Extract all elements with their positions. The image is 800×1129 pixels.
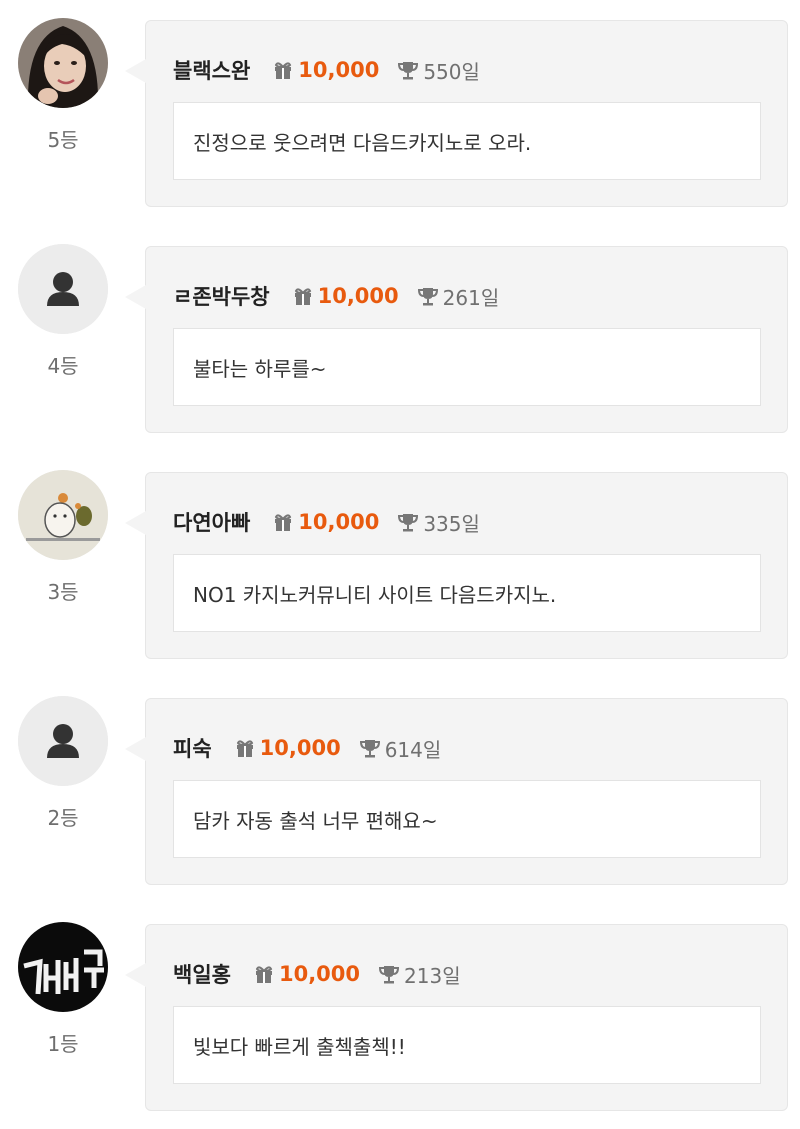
comment-card: ㄹ존박두창 10,000 261일 불타는 하루를~: [125, 246, 788, 433]
gift-icon: [234, 737, 256, 759]
speech-arrow: [125, 511, 146, 535]
attendance-days: 550일: [423, 59, 480, 84]
trophy-icon: [397, 511, 419, 533]
speech-arrow: [125, 59, 146, 83]
trophy-icon: [417, 285, 439, 307]
profile-photo-icon: [18, 18, 108, 108]
rank-label: 5등: [47, 128, 79, 152]
avatar[interactable]: [18, 18, 108, 108]
nickname[interactable]: 피숙: [173, 733, 212, 763]
profile-photo-icon: [18, 470, 108, 560]
speech-arrow: [125, 737, 146, 761]
attendance-entry: 2등 피숙 10,000 614일 담카 자동 출석 너무 편해요~: [0, 678, 800, 885]
avatar[interactable]: [18, 922, 108, 1012]
comment-text: 진정으로 웃으려면 다음드카지노로 오라.: [173, 102, 761, 180]
nickname[interactable]: ㄹ존박두창: [173, 281, 270, 311]
gift-icon: [272, 59, 294, 81]
attendance-days: 614일: [384, 737, 442, 762]
attendance-entry: 4등 ㄹ존박두창 10,000 261일 불타는 하루를~: [0, 226, 800, 433]
point-amount: 10,000: [278, 962, 361, 986]
gift-icon: [272, 511, 294, 533]
comment-text: 담카 자동 출석 너무 편해요~: [173, 780, 761, 858]
comment-card: 피숙 10,000 614일 담카 자동 출석 너무 편해요~: [125, 698, 788, 885]
comment-card: 백일홍 10,000 213일 빛보다 빠르게 출첵출첵!!: [125, 924, 788, 1111]
trophy-icon: [378, 963, 400, 985]
comment-card: 다연아빠 10,000 335일 NO1 카지노커뮤니티 사이트 다음드카지노.: [125, 472, 788, 659]
attendance-entry: 5등 블랙스완 10,000 550일 진정으로 웃으려면 다음드카지노로 오라…: [0, 0, 800, 207]
point-amount: 10,000: [298, 58, 380, 82]
nickname[interactable]: 블랙스완: [173, 55, 250, 85]
attendance-days: 213일: [404, 963, 461, 988]
point-amount: 10,000: [259, 736, 341, 760]
point-amount: 10,000: [317, 284, 399, 308]
rank-label: 3등: [47, 580, 79, 604]
rank-label: 1등: [47, 1032, 79, 1056]
default-user-icon: [18, 244, 108, 334]
comment-card: 블랙스완 10,000 550일 진정으로 웃으려면 다음드카지노로 오라.: [125, 20, 788, 207]
gift-icon: [253, 963, 275, 985]
speech-arrow: [125, 285, 146, 309]
rank-label: 4등: [47, 354, 79, 378]
comment-text: NO1 카지노커뮤니티 사이트 다음드카지노.: [173, 554, 761, 632]
speech-arrow: [125, 963, 146, 987]
profile-photo-icon: [18, 922, 108, 1012]
nickname[interactable]: 백일홍: [173, 959, 231, 989]
attendance-days: 335일: [423, 511, 480, 536]
trophy-icon: [397, 59, 419, 81]
attendance-entry: 1등 백일홍 10,000 213일 빛보다 빠르게 출첵출첵!!: [0, 904, 800, 1111]
default-user-icon: [18, 696, 108, 786]
entry-meta: 다연아빠 10,000 335일: [173, 507, 480, 537]
comment-text: 빛보다 빠르게 출첵출첵!!: [173, 1006, 761, 1084]
rank-label: 2등: [47, 806, 79, 830]
avatar[interactable]: [18, 470, 108, 560]
nickname[interactable]: 다연아빠: [173, 507, 250, 537]
attendance-entry: 3등 다연아빠 10,000 335일 NO1 카지노커뮤니티 사이트 다음드카…: [0, 452, 800, 659]
point-amount: 10,000: [298, 510, 380, 534]
entry-meta: 블랙스완 10,000 550일: [173, 55, 480, 85]
attendance-days: 261일: [442, 285, 500, 310]
gift-icon: [292, 285, 314, 307]
avatar[interactable]: [18, 244, 108, 334]
trophy-icon: [359, 737, 381, 759]
entry-meta: 피숙 10,000 614일: [173, 733, 442, 763]
avatar[interactable]: [18, 696, 108, 786]
entry-meta: 백일홍 10,000 213일: [173, 959, 461, 989]
comment-text: 불타는 하루를~: [173, 328, 761, 406]
entry-meta: ㄹ존박두창 10,000 261일: [173, 281, 500, 311]
